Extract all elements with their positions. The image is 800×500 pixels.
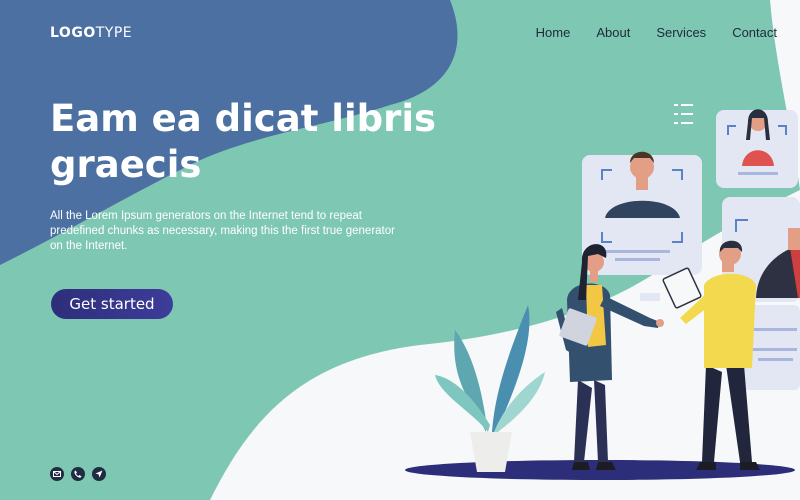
main-nav: Home About Services Contact [536,25,777,40]
hero-description: All the Lorem Ipsum generators on the In… [50,210,395,252]
mail-icon[interactable] [50,467,64,481]
nav-contact[interactable]: Contact [732,25,777,40]
team-illustration [405,104,800,480]
logo-light-text: TYPE [95,25,133,41]
send-icon[interactable] [92,467,106,481]
nav-services[interactable]: Services [656,25,706,40]
get-started-button[interactable]: Get started [51,289,173,319]
nav-about[interactable]: About [596,25,630,40]
mini-doc [640,293,660,301]
menu-lines-icon [674,104,693,124]
social-links [50,467,106,481]
profile-card-woman [716,109,798,188]
logo-bold-text: LOGO [50,25,96,41]
woman-figure [556,244,664,470]
logo[interactable]: LOGOTYPE [50,25,132,41]
nav-home[interactable]: Home [536,25,571,40]
phone-icon[interactable] [71,467,85,481]
plant [435,305,545,472]
